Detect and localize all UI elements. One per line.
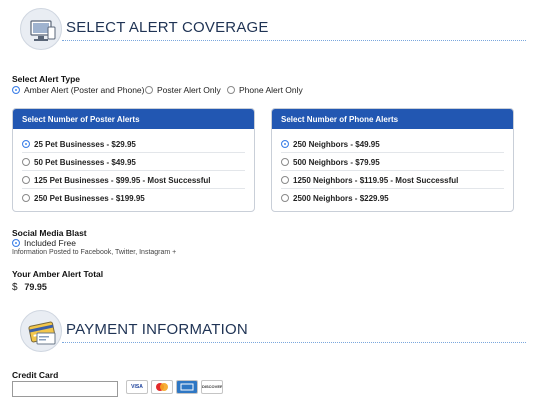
computer-monitor-icon <box>20 8 62 50</box>
amex-card-icon <box>176 380 198 394</box>
radio-icon[interactable] <box>22 194 30 202</box>
phone-alerts-header: Select Number of Phone Alerts <box>272 109 513 129</box>
alert-type-option-amber[interactable]: Amber Alert (Poster and Phone) <box>12 85 144 95</box>
mastercard-icon <box>151 380 173 394</box>
alert-type-label: Select Alert Type <box>12 74 81 84</box>
social-media-label: Social Media Blast <box>12 228 87 238</box>
payment-divider <box>62 342 526 343</box>
credit-card-label: Credit Card <box>12 370 59 380</box>
radio-selected-icon[interactable] <box>12 239 20 247</box>
phone-alerts-panel: Select Number of Phone Alerts 250 Neighb… <box>271 108 514 212</box>
radio-selected-icon[interactable] <box>22 140 30 148</box>
poster-option[interactable]: 25 Pet Businesses - $29.95 <box>22 135 245 153</box>
total-value: $ 79.95 <box>12 282 47 293</box>
social-included-option[interactable]: Included Free <box>12 238 76 248</box>
social-note: Information Posted to Facebook, Twitter,… <box>12 249 177 256</box>
radio-selected-icon[interactable] <box>12 86 20 94</box>
radio-selected-icon[interactable] <box>281 140 289 148</box>
alert-type-option-poster[interactable]: Poster Alert Only <box>145 85 221 95</box>
radio-icon[interactable] <box>281 158 289 166</box>
phone-option[interactable]: 500 Neighbors - $79.95 <box>281 153 504 171</box>
phone-option[interactable]: 1250 Neighbors - $119.95 - Most Successf… <box>281 171 504 189</box>
poster-option[interactable]: 250 Pet Businesses - $199.95 <box>22 189 245 207</box>
coverage-divider <box>62 40 526 41</box>
payment-section-header: PAYMENT INFORMATION <box>20 310 526 352</box>
radio-icon[interactable] <box>281 176 289 184</box>
visa-card-icon: VISA <box>126 380 148 394</box>
radio-icon[interactable] <box>22 158 30 166</box>
radio-icon[interactable] <box>22 176 30 184</box>
credit-card-input[interactable] <box>12 381 118 397</box>
currency-symbol: $ <box>12 282 18 293</box>
coverage-section-header: SELECT ALERT COVERAGE <box>20 8 526 50</box>
payment-title: PAYMENT INFORMATION <box>66 321 248 338</box>
credit-card-icon <box>20 310 62 352</box>
radio-icon[interactable] <box>227 86 235 94</box>
coverage-title: SELECT ALERT COVERAGE <box>66 19 269 36</box>
radio-icon[interactable] <box>281 194 289 202</box>
poster-alerts-panel: Select Number of Poster Alerts 25 Pet Bu… <box>12 108 255 212</box>
phone-option[interactable]: 250 Neighbors - $49.95 <box>281 135 504 153</box>
poster-option[interactable]: 50 Pet Businesses - $49.95 <box>22 153 245 171</box>
alert-type-option-phone[interactable]: Phone Alert Only <box>227 85 303 95</box>
radio-icon[interactable] <box>145 86 153 94</box>
poster-option[interactable]: 125 Pet Businesses - $99.95 - Most Succe… <box>22 171 245 189</box>
total-label: Your Amber Alert Total <box>12 269 104 279</box>
discover-card-icon: DISCOVER <box>201 380 223 394</box>
poster-alerts-header: Select Number of Poster Alerts <box>13 109 254 129</box>
total-amount: 79.95 <box>24 282 47 292</box>
phone-option[interactable]: 2500 Neighbors - $229.95 <box>281 189 504 207</box>
